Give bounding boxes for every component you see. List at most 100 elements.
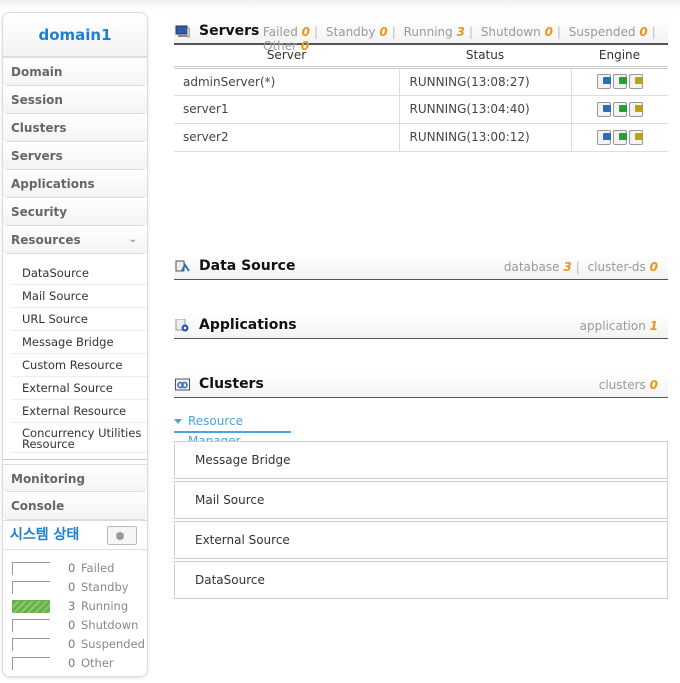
engine-cell: [571, 95, 668, 124]
status-count: 0: [68, 656, 76, 670]
nav-resources-label: Resources: [11, 233, 81, 247]
jsp-engine-icon[interactable]: [612, 74, 627, 89]
clusters-counts: clusters 0: [599, 378, 658, 392]
server-name[interactable]: adminServer(*): [174, 67, 400, 96]
server-status: RUNNING(13:04:40): [399, 95, 572, 124]
server-name[interactable]: server2: [174, 123, 400, 152]
resource-manager-tab[interactable]: Resource Manager: [174, 411, 291, 448]
nav-security[interactable]: Security: [3, 198, 147, 226]
status-bar: [12, 562, 50, 575]
count-value: 0: [649, 378, 658, 392]
server-name[interactable]: server1: [174, 95, 400, 124]
status-row: 0 Suspended: [12, 634, 147, 653]
nav-monitoring[interactable]: Monitoring: [3, 464, 147, 492]
application-gear-icon: [175, 319, 189, 332]
table-row: server1 RUNNING(13:04:40): [174, 95, 668, 124]
engine-cell: [571, 123, 668, 152]
status-row: 0 Standby: [12, 577, 147, 596]
count-label: Other: [263, 39, 298, 53]
sub-message-bridge[interactable]: Message Bridge: [11, 331, 147, 354]
status-label: Shutdown: [81, 618, 139, 632]
datasource-title: Data Source: [199, 258, 296, 274]
applications-title: Applications: [199, 317, 297, 333]
server-status: RUNNING(13:00:12): [399, 123, 572, 152]
jsp-engine-icon[interactable]: [612, 101, 627, 117]
sub-mail-source[interactable]: Mail Source: [11, 285, 147, 308]
status-label: Standby: [81, 580, 129, 594]
count-label: Shutdown: [480, 25, 541, 39]
sub-custom-resource[interactable]: Custom Resource: [11, 354, 147, 377]
count-value: 0: [649, 260, 658, 274]
rm-item-datasource[interactable]: DataSource: [174, 561, 668, 599]
clusters-title: Clusters: [199, 376, 264, 392]
resources-submenu: DataSource Mail Source URL Source Messag…: [3, 254, 147, 460]
count-value: 0: [639, 25, 648, 39]
table-row: server2 RUNNING(13:00:12): [174, 123, 668, 152]
rm-item-external-source[interactable]: External Source: [174, 521, 668, 559]
nav-console[interactable]: Console: [3, 492, 147, 520]
nav-resources[interactable]: Resources ⌄: [3, 226, 147, 254]
count-label: application: [579, 319, 646, 333]
ejb-engine-icon[interactable]: [628, 101, 643, 117]
jsp-engine-icon[interactable]: [612, 129, 627, 145]
status-label: Running: [81, 599, 129, 613]
system-status-list: 0 Failed 0 Standby 3 Running 0 Shutdown 0 Sus…: [3, 550, 147, 672]
status-bar: [12, 638, 50, 651]
chart-toggle-icon[interactable]: [107, 526, 137, 545]
sub-datasource[interactable]: DataSource: [11, 262, 147, 285]
sidebar: domain1 Domain Session Clusters Servers …: [2, 12, 148, 677]
count-label: clusters: [598, 378, 646, 392]
web-engine-icon[interactable]: [596, 129, 611, 145]
nav-clusters[interactable]: Clusters: [3, 114, 147, 142]
rm-item-mail-source[interactable]: Mail Source: [174, 481, 668, 519]
sub-url-source[interactable]: URL Source: [11, 308, 147, 331]
count-label: Running: [403, 25, 453, 39]
applications-header[interactable]: Applications application 1: [174, 313, 668, 339]
clusters-header[interactable]: Clusters clusters 0: [174, 372, 668, 398]
server-counts: Failed 0 | Standby 0 | Running 3 | Shutdown…: [263, 25, 656, 53]
sub-external-resource[interactable]: External Resource: [11, 400, 147, 423]
engine-cell: [571, 67, 668, 96]
system-status-header: 시스템 상태: [3, 520, 147, 550]
server-monitor-icon: [175, 25, 190, 38]
count-value: 0: [301, 25, 311, 39]
nav-applications[interactable]: Applications: [3, 170, 147, 198]
chevron-down-icon: ⌄: [128, 234, 137, 245]
ejb-engine-icon[interactable]: [628, 129, 643, 145]
status-row: 0 Shutdown: [12, 615, 147, 634]
web-engine-icon[interactable]: [596, 74, 611, 89]
status-row: 0 Other: [12, 653, 147, 672]
datasource-header[interactable]: Data Source database 3 | cluster-ds 0: [174, 254, 668, 280]
server-status: RUNNING(13:08:27): [399, 67, 572, 96]
nav-domain[interactable]: Domain: [3, 58, 147, 86]
status-label: Failed: [81, 561, 115, 575]
servers-section: Servers Failed 0 | Standby 0 | Running 3 | …: [174, 19, 668, 152]
nav-session[interactable]: Session: [3, 86, 147, 114]
status-count: 0: [68, 637, 76, 651]
status-label: Other: [81, 656, 114, 670]
status-bar: [12, 657, 50, 670]
web-engine-icon[interactable]: [596, 101, 611, 117]
count-value: 0: [379, 25, 388, 39]
status-label: Suspended: [81, 637, 145, 651]
datasource-icon: [175, 260, 190, 272]
system-status-title: 시스템 상태: [10, 527, 80, 543]
domain-title[interactable]: domain1: [3, 13, 147, 58]
status-bar: [12, 600, 50, 613]
status-count: 0: [68, 580, 76, 594]
count-value: 3: [456, 25, 465, 39]
servers-header: Servers Failed 0 | Standby 0 | Running 3 | …: [174, 19, 668, 53]
sub-concurrency-utilities[interactable]: Concurrency Utilities Resource: [11, 423, 147, 453]
servers-title: Servers: [199, 23, 260, 39]
count-value: 3: [563, 260, 572, 274]
count-label: cluster-ds: [587, 260, 646, 274]
nav-servers[interactable]: Servers: [3, 142, 147, 170]
rm-item-message-bridge[interactable]: Message Bridge: [174, 441, 668, 479]
status-bar: [12, 581, 50, 594]
sub-external-source[interactable]: External Source: [11, 377, 147, 400]
datasource-counts: database 3 | cluster-ds 0: [503, 260, 658, 274]
servers-table: Server Status Engine adminServer(*) RUNNI…: [174, 45, 668, 152]
count-value: 1: [649, 319, 658, 333]
ejb-engine-icon[interactable]: [628, 74, 643, 89]
status-count: 0: [68, 618, 76, 632]
